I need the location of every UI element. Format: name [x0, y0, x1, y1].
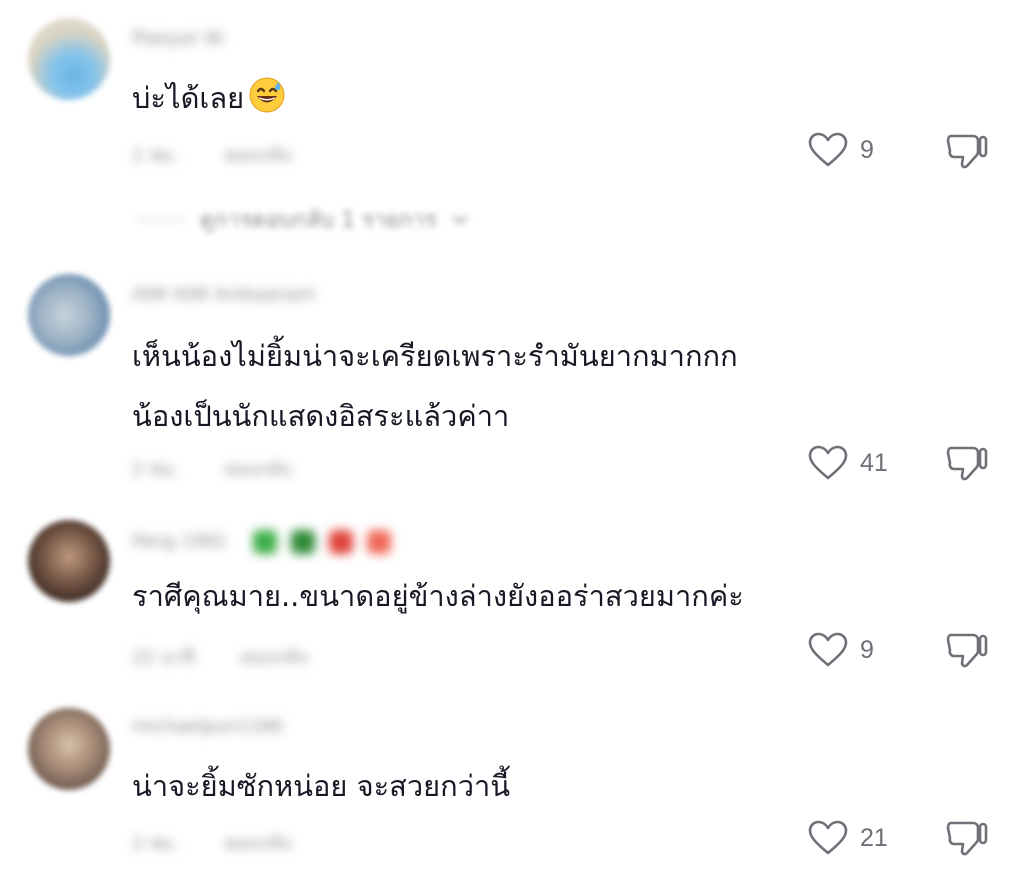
comment-text-line: ราศีคุณมาย..ขนาดอยู่ข้างล่างยังออร่าสวยม… [132, 579, 744, 613]
grinning-sweat-emoji [248, 74, 286, 134]
reply-button[interactable]: ตอบกลับ [225, 145, 292, 166]
heart-outline-icon [808, 632, 848, 667]
chevron-down-icon [451, 214, 468, 224]
like-count: 9 [860, 135, 874, 164]
thumbs-down-icon [946, 134, 988, 169]
username[interactable]: Pang 1991 [132, 530, 392, 554]
view-replies-label: ดูการตอบกลับ 1 รายการ [200, 208, 437, 233]
green-heart-icon [253, 530, 278, 554]
comment-text-line: บ่ะได้เลย [132, 81, 245, 115]
username[interactable]: michaelpun1166 [132, 718, 283, 736]
comment-meta: 2 ชม. ตอบกลับ [132, 828, 332, 857]
avatar[interactable] [28, 520, 110, 602]
reply-button[interactable]: ตอบกลับ [241, 647, 308, 668]
dislike-button[interactable] [945, 631, 989, 675]
username[interactable]: AIW AIW Anikaanam [132, 286, 315, 304]
green-leaf-icon [291, 530, 316, 554]
thumbs-down-icon [946, 446, 988, 481]
like-count: 41 [860, 448, 888, 477]
dislike-button[interactable] [945, 819, 989, 863]
avatar[interactable] [28, 18, 110, 100]
view-replies-button[interactable]: ดูการตอบกลับ 1 รายการ [136, 202, 469, 237]
username-text: Pang 1991 [132, 531, 228, 552]
like-button[interactable]: 9 [808, 632, 874, 668]
username-badges [253, 530, 392, 554]
comment-meta: 1 ชม. ตอบกลับ [132, 140, 332, 169]
like-button[interactable]: 21 [808, 820, 888, 856]
reply-button[interactable]: ตอบกลับ [225, 833, 292, 854]
thumbs-down-icon [946, 821, 988, 856]
replies-divider [136, 219, 186, 220]
comment-text: ราศีคุณมาย..ขนาดอยู่ข้างล่างยังออร่าสวยม… [132, 566, 744, 626]
comment-time: 2 ชม. [132, 833, 179, 854]
comment-text: เห็นน้องไม่ยิ้มน่าจะเครียดเพราะรำมันยากม… [132, 326, 738, 446]
dislike-button[interactable] [945, 132, 989, 176]
comment-text: บ่ะได้เลย [132, 68, 286, 134]
comment-meta: 2 ชม. ตอบกลับ [132, 454, 332, 483]
like-button[interactable]: 41 [808, 445, 888, 481]
comment-text: น่าจะยิ้มซักหน่อย จะสวยกว่านี้ [132, 756, 510, 816]
avatar[interactable] [28, 274, 110, 356]
comment-text-line: น้องเป็นนักแสดงอิสระแล้วค่าา [132, 399, 510, 433]
reply-button[interactable]: ตอบกลับ [225, 459, 292, 480]
username[interactable]: Pleeyar W. [132, 30, 226, 48]
like-button[interactable]: 9 [808, 132, 874, 168]
comment-text-line: น่าจะยิ้มซักหน่อย จะสวยกว่านี้ [132, 769, 511, 803]
like-count: 9 [860, 635, 874, 664]
red-pepper-icon [329, 530, 354, 554]
heart-outline-icon [808, 132, 848, 167]
heart-outline-icon [808, 820, 848, 855]
heart-outline-icon [808, 445, 848, 480]
comment-meta: 22 นาที ตอบกลับ [132, 642, 348, 671]
thumbs-down-icon [946, 633, 988, 668]
comment-text-line: เห็นน้องไม่ยิ้มน่าจะเครียดเพราะรำมันยากม… [132, 339, 738, 373]
dislike-button[interactable] [945, 444, 989, 488]
comment-time: 1 ชม. [132, 145, 179, 166]
avatar[interactable] [28, 708, 110, 790]
comment-time: 2 ชม. [132, 459, 179, 480]
like-count: 21 [860, 823, 888, 852]
red-heart-icon [367, 530, 392, 554]
comment-time: 22 นาที [132, 647, 195, 668]
